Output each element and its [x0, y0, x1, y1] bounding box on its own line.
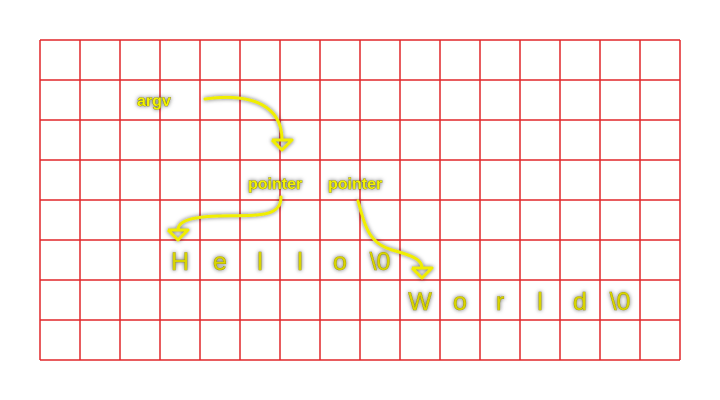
char-cell: d: [573, 288, 587, 316]
char-cell: o: [333, 248, 347, 276]
char-cell: l: [537, 288, 543, 316]
char-cell: e: [213, 248, 227, 276]
char-cell: o: [453, 288, 467, 316]
pointer-world-arrowhead: [410, 266, 434, 280]
char-cell: l: [257, 248, 263, 276]
char-cell: \0: [370, 248, 391, 276]
memory-diagram: argv pointer pointer H e l l o \0 W o r …: [39, 39, 681, 361]
pointer-hello-arrowhead: [166, 228, 190, 242]
char-cell: r: [496, 288, 504, 316]
pointer-hello-arrow: [176, 195, 283, 232]
argv-label: argv: [137, 93, 171, 110]
argv-arrow: [203, 95, 284, 142]
char-cell: W: [408, 288, 432, 316]
char-cell: H: [171, 248, 189, 276]
pointer-label-world: pointer: [328, 176, 382, 193]
pointer-label-hello: pointer: [248, 176, 302, 193]
char-cell: \0: [610, 288, 631, 316]
argv-arrowhead: [270, 138, 294, 152]
char-cell: l: [297, 248, 303, 276]
